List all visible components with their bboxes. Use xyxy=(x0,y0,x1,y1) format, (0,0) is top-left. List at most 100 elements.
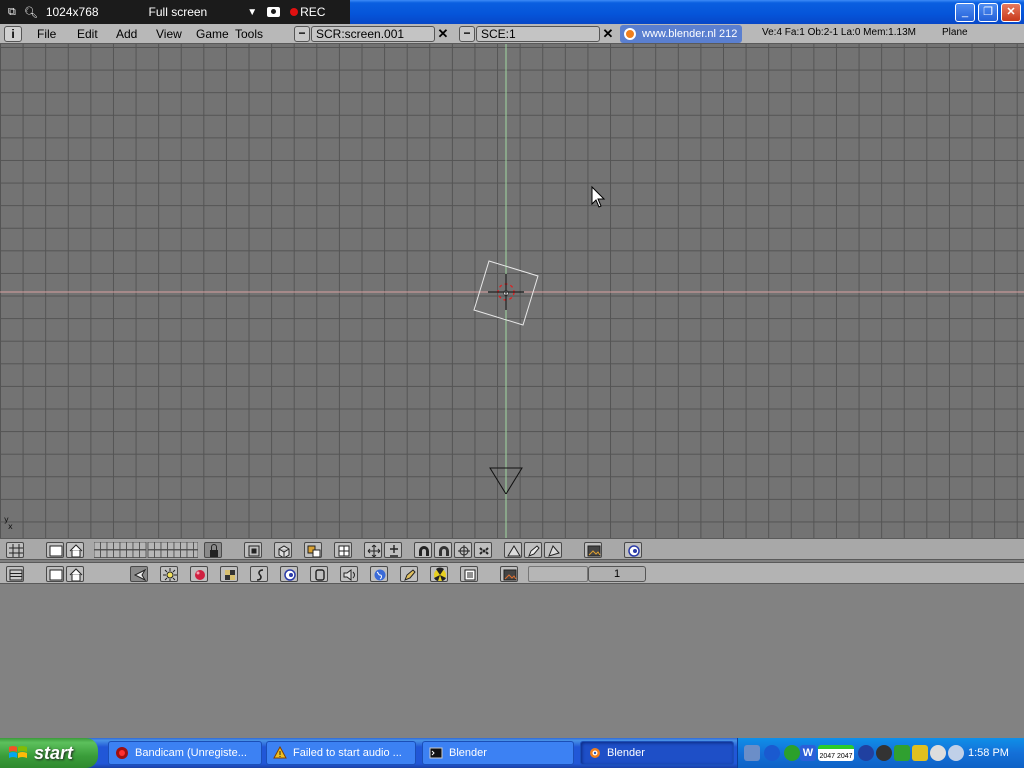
buttons-window[interactable] xyxy=(0,584,1024,738)
menu-tools[interactable]: Tools xyxy=(235,27,263,41)
3d-viewport[interactable]: y x xyxy=(0,44,1024,538)
minimize-button[interactable]: _ xyxy=(955,3,975,22)
image-icon[interactable] xyxy=(584,542,602,558)
menu-file[interactable]: File xyxy=(37,27,56,41)
screen-browse-button[interactable]: − xyxy=(294,26,310,42)
axis-indicator: y x xyxy=(4,516,13,531)
proportional-edit-icon[interactable] xyxy=(434,542,452,558)
triangle-select-icon[interactable] xyxy=(544,542,562,558)
lightning-icon[interactable] xyxy=(912,745,928,761)
lamp-buttons-icon[interactable] xyxy=(160,566,178,582)
task-label: Bandicam (Unregiste... xyxy=(135,747,247,759)
clock: 1:58 PM xyxy=(968,747,1009,759)
menu-add[interactable]: Add xyxy=(116,27,137,41)
bandicam-icon xyxy=(116,747,128,759)
restore-small-icon[interactable]: ⧉ xyxy=(8,6,16,19)
snap-grid-icon[interactable] xyxy=(334,542,352,558)
full-window-icon-2[interactable] xyxy=(46,566,64,582)
maximize-button[interactable]: ❐ xyxy=(978,3,998,22)
back-arrow-icon[interactable] xyxy=(764,745,780,761)
script-buttons-icon[interactable] xyxy=(460,566,478,582)
3d-view-header xyxy=(0,538,1024,560)
viewport-overlay xyxy=(0,44,1024,538)
chevron-down-icon[interactable]: ▼ xyxy=(247,7,257,18)
home-icon[interactable] xyxy=(66,542,84,558)
network-icon[interactable] xyxy=(858,745,874,761)
window-type-icon[interactable]: i xyxy=(4,26,22,42)
info-header: i File Edit Add View Game Tools − SCR:sc… xyxy=(0,24,1024,44)
scene-stats: Ve:4 Fa:1 Ob:2-1 La:0 Mem:1.13M xyxy=(762,27,916,38)
close-button[interactable]: ✕ xyxy=(1001,3,1021,22)
record-dot-icon xyxy=(290,8,299,16)
crosshair-icon[interactable] xyxy=(454,542,472,558)
speaker-icon[interactable] xyxy=(948,745,964,761)
paint-buttons-icon[interactable] xyxy=(400,566,418,582)
taskbar-item-bandicam[interactable]: Bandicam (Unregiste... xyxy=(108,741,262,765)
recorder-overlay: ⧉ 🔍︎ 1024x768 Full screen ▼ REC xyxy=(0,0,350,24)
nvidia-icon[interactable] xyxy=(894,745,910,761)
blender-swirl-icon[interactable] xyxy=(624,542,642,558)
screen-name-field[interactable]: SCR:screen.001 xyxy=(311,26,435,42)
scene-delete-icon[interactable]: ✕ xyxy=(600,26,616,42)
magnifier-icon[interactable]: 🔍︎ xyxy=(24,6,38,19)
window-title-bar[interactable]: ⧉ 🔍︎ 1024x768 Full screen ▼ REC _ ❐ ✕ xyxy=(0,0,1024,24)
radiosity-buttons-icon[interactable] xyxy=(430,566,448,582)
recorder-resolution: 1024x768 xyxy=(45,5,99,19)
recorder-mode[interactable]: Full screen xyxy=(149,5,208,19)
world-buttons-icon[interactable] xyxy=(370,566,388,582)
start-button[interactable]: start xyxy=(0,738,98,768)
menu-view[interactable]: View xyxy=(156,27,182,41)
sound-buttons-icon[interactable] xyxy=(340,566,358,582)
pivot-point-icon[interactable] xyxy=(304,542,322,558)
scatter-points-icon[interactable] xyxy=(474,542,492,558)
texture-buttons-icon[interactable] xyxy=(220,566,238,582)
animation-buttons-icon[interactable] xyxy=(250,566,268,582)
green-status-icon[interactable] xyxy=(784,745,800,761)
3d-cursor-icon xyxy=(488,274,524,310)
taskbar-item-blender[interactable]: Blender xyxy=(580,741,734,765)
blender-url-label: www.blender.nl 212 xyxy=(620,25,742,43)
view-buttons-icon[interactable] xyxy=(130,566,148,582)
display-buttons-icon[interactable] xyxy=(500,566,518,582)
record-button[interactable]: REC xyxy=(290,5,325,19)
task-label: Blender xyxy=(607,747,645,759)
camera-icon[interactable] xyxy=(267,7,281,17)
window-type-3d-icon[interactable] xyxy=(6,542,24,558)
scene-name-field[interactable]: SCE:1 xyxy=(476,26,600,42)
w-tray-icon[interactable]: W xyxy=(800,745,816,761)
home-icon-2[interactable] xyxy=(66,566,84,582)
lock-icon[interactable] xyxy=(204,542,222,558)
taskbar-item-blender-console[interactable]: Blender xyxy=(422,741,574,765)
menu-game[interactable]: Game xyxy=(196,27,229,41)
task-label: Failed to start audio ... xyxy=(293,747,402,759)
frame-number-field[interactable]: 1 xyxy=(588,566,646,582)
pencil-icon[interactable] xyxy=(524,542,542,558)
full-window-icon[interactable] xyxy=(46,542,64,558)
view-persp-icon[interactable] xyxy=(244,542,262,558)
warning-icon xyxy=(273,746,287,759)
layer-buttons[interactable] xyxy=(93,541,199,558)
mouse-pointer-icon xyxy=(591,185,606,208)
record-label: REC xyxy=(300,5,326,19)
scene-browse-button[interactable]: − xyxy=(459,26,475,42)
draw-type-icon[interactable] xyxy=(274,542,292,558)
url-text: www.blender.nl 212 xyxy=(642,28,738,40)
magnet-icon[interactable] xyxy=(414,542,432,558)
tray-app-icon-2[interactable] xyxy=(930,745,946,761)
screen-delete-icon[interactable]: ✕ xyxy=(435,26,451,42)
menu-edit[interactable]: Edit xyxy=(77,27,98,41)
render-preview-icon[interactable] xyxy=(504,542,522,558)
realtime-buttons-icon[interactable] xyxy=(280,566,298,582)
window-type-buttons-icon[interactable] xyxy=(6,566,24,582)
tray-app-icon[interactable] xyxy=(876,745,892,761)
scale-manipulator-icon[interactable] xyxy=(384,542,402,558)
keyboard-icon[interactable] xyxy=(744,745,760,761)
edit-buttons-icon[interactable] xyxy=(310,566,328,582)
translate-manipulator-icon[interactable] xyxy=(364,542,382,558)
layer-grid-icon[interactable] xyxy=(93,541,199,558)
material-buttons-icon[interactable] xyxy=(190,566,208,582)
taskbar-item-audio-error[interactable]: Failed to start audio ... xyxy=(266,741,416,765)
start-label: start xyxy=(34,743,74,763)
memory-meter: 2047 2047 xyxy=(818,745,854,761)
windows-flag-icon xyxy=(9,746,27,758)
